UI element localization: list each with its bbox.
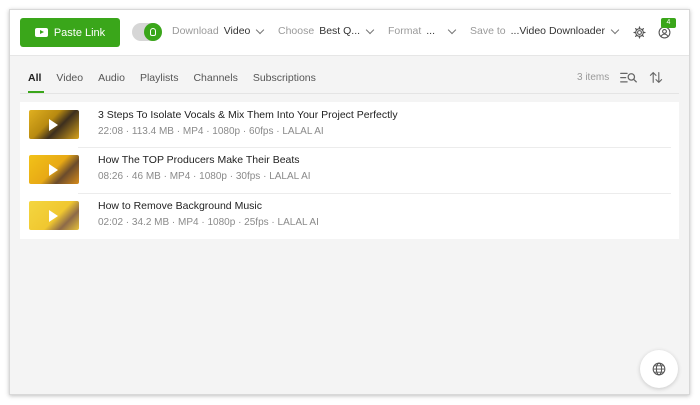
category-tabs: All Video Audio Playlists Channels Subsc… [28, 72, 331, 93]
item-title: How to Remove Background Music [98, 200, 262, 212]
tab-channels[interactable]: Channels [193, 72, 237, 92]
save-to-value: ...Video Downloader [510, 25, 605, 37]
list-item[interactable]: How The TOP Producers Make Their Beats 0… [20, 147, 679, 192]
globe-icon [652, 362, 666, 376]
lightbulb-icon [144, 23, 162, 41]
video-thumbnail [29, 201, 79, 230]
format-label: Format [388, 25, 422, 37]
toolbar: Paste Link Download Video Choose Best Q.… [10, 10, 689, 56]
item-meta: 02:02 · 34.2 MB · MP4 · 1080p · 25fps · … [98, 217, 319, 228]
chevron-down-icon [365, 25, 375, 34]
tab-subscriptions[interactable]: Subscriptions [253, 72, 316, 92]
choose-label: Choose [278, 25, 315, 37]
list-item[interactable]: 3 Steps To Isolate Vocals & Mix Them Int… [20, 102, 679, 147]
video-thumbnail [29, 155, 79, 184]
notification-badge: 4 [661, 18, 676, 28]
save-to-dropdown[interactable]: Save to ...Video Downloader [470, 25, 620, 37]
search-list-icon[interactable] [620, 72, 637, 84]
paste-link-label: Paste Link [53, 26, 106, 39]
download-label: Download [172, 25, 219, 37]
youtube-icon [34, 28, 48, 37]
sort-icon[interactable] [649, 71, 663, 84]
download-value: Video [223, 25, 251, 37]
downloads-list: 3 Steps To Isolate Vocals & Mix Them Int… [20, 102, 679, 239]
tab-all[interactable]: All [28, 72, 45, 93]
quality-dropdown[interactable]: Choose Best Q... [278, 25, 375, 37]
tab-playlists[interactable]: Playlists [140, 72, 179, 92]
item-title: How The TOP Producers Make Their Beats [98, 154, 300, 166]
download-type-dropdown[interactable]: Download Video [172, 25, 265, 37]
tab-video[interactable]: Video [56, 72, 83, 92]
smart-mode-toggle[interactable] [132, 23, 162, 41]
play-icon [49, 210, 58, 222]
quality-value: Best Q... [319, 25, 361, 37]
save-to-label: Save to [470, 25, 506, 37]
video-thumbnail [29, 110, 79, 139]
gear-icon[interactable] [633, 26, 646, 39]
app-window: Paste Link Download Video Choose Best Q.… [9, 9, 690, 395]
tab-audio[interactable]: Audio [98, 72, 125, 92]
chevron-down-icon [256, 25, 265, 34]
tabs-divider [20, 93, 679, 94]
language-button[interactable] [640, 350, 678, 388]
item-meta: 22:08 · 113.4 MB · MP4 · 1080p · 60fps ·… [98, 126, 324, 137]
play-icon [49, 119, 58, 131]
play-icon [49, 164, 58, 176]
items-count: 3 items [577, 72, 610, 83]
format-value: ... [426, 25, 436, 37]
paste-link-button[interactable]: Paste Link [20, 18, 120, 47]
item-meta: 08:26 · 46 MB · MP4 · 1080p · 30fps · LA… [98, 171, 311, 182]
format-dropdown[interactable]: Format ... [388, 25, 457, 37]
item-title: 3 Steps To Isolate Vocals & Mix Them Int… [98, 109, 398, 121]
list-item[interactable]: How to Remove Background Music 02:02 · 3… [20, 193, 679, 238]
chevron-down-icon [610, 25, 620, 34]
chevron-down-icon [447, 25, 457, 34]
